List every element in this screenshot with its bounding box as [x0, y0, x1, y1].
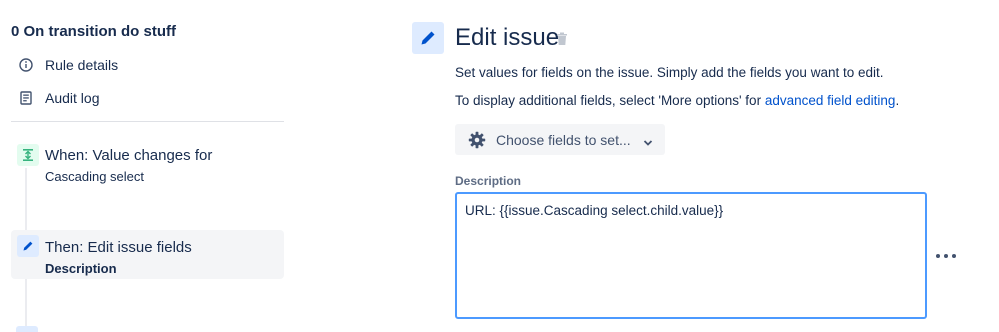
trigger-icon — [17, 144, 39, 166]
next-step-icon-partial — [16, 326, 38, 332]
trigger-step[interactable]: When: Value changes for Cascading select — [11, 140, 284, 192]
panel-title: Edit issue — [455, 24, 560, 51]
choose-fields-label: Choose fields to set... — [496, 131, 631, 148]
audit-log-icon — [18, 90, 34, 106]
gear-icon — [468, 131, 486, 149]
advanced-field-editing-link[interactable]: advanced field editing — [765, 93, 896, 108]
description-field-label: Description — [455, 174, 522, 188]
action-step-subtitle: Description — [45, 261, 117, 276]
pencil-icon — [17, 235, 39, 257]
audit-log-label: Audit log — [45, 90, 100, 106]
description-field-input[interactable]: URL: {{issue.Cascading select.child.valu… — [455, 192, 927, 319]
trash-icon[interactable] — [556, 32, 568, 46]
trigger-step-title: When: Value changes for — [45, 147, 213, 164]
info-icon — [18, 57, 34, 73]
choose-fields-button[interactable]: Choose fields to set... — [455, 124, 665, 155]
rule-title: 0 On transition do stuff — [11, 23, 176, 40]
panel-description: Set values for fields on the issue. Simp… — [455, 65, 884, 80]
trigger-step-subtitle: Cascading select — [45, 169, 144, 184]
action-step-selected[interactable]: Then: Edit issue fields Description — [11, 230, 284, 279]
edit-issue-pencil-icon — [412, 22, 444, 54]
advanced-editing-hint: To display additional fields, select 'Mo… — [455, 93, 899, 108]
more-dot — [952, 254, 956, 258]
action-step-title: Then: Edit issue fields — [45, 239, 192, 256]
chevron-down-icon — [643, 135, 653, 146]
audit-log-link[interactable]: Audit log — [18, 90, 99, 106]
more-dot — [936, 254, 940, 258]
sidebar-divider — [11, 121, 284, 122]
more-dot — [944, 254, 948, 258]
rule-details-link[interactable]: Rule details — [18, 57, 118, 73]
advanced-editing-prefix: To display additional fields, select 'Mo… — [455, 93, 765, 108]
more-options-icon[interactable] — [934, 248, 958, 264]
advanced-editing-suffix: . — [895, 93, 900, 108]
rule-details-label: Rule details — [45, 57, 119, 73]
